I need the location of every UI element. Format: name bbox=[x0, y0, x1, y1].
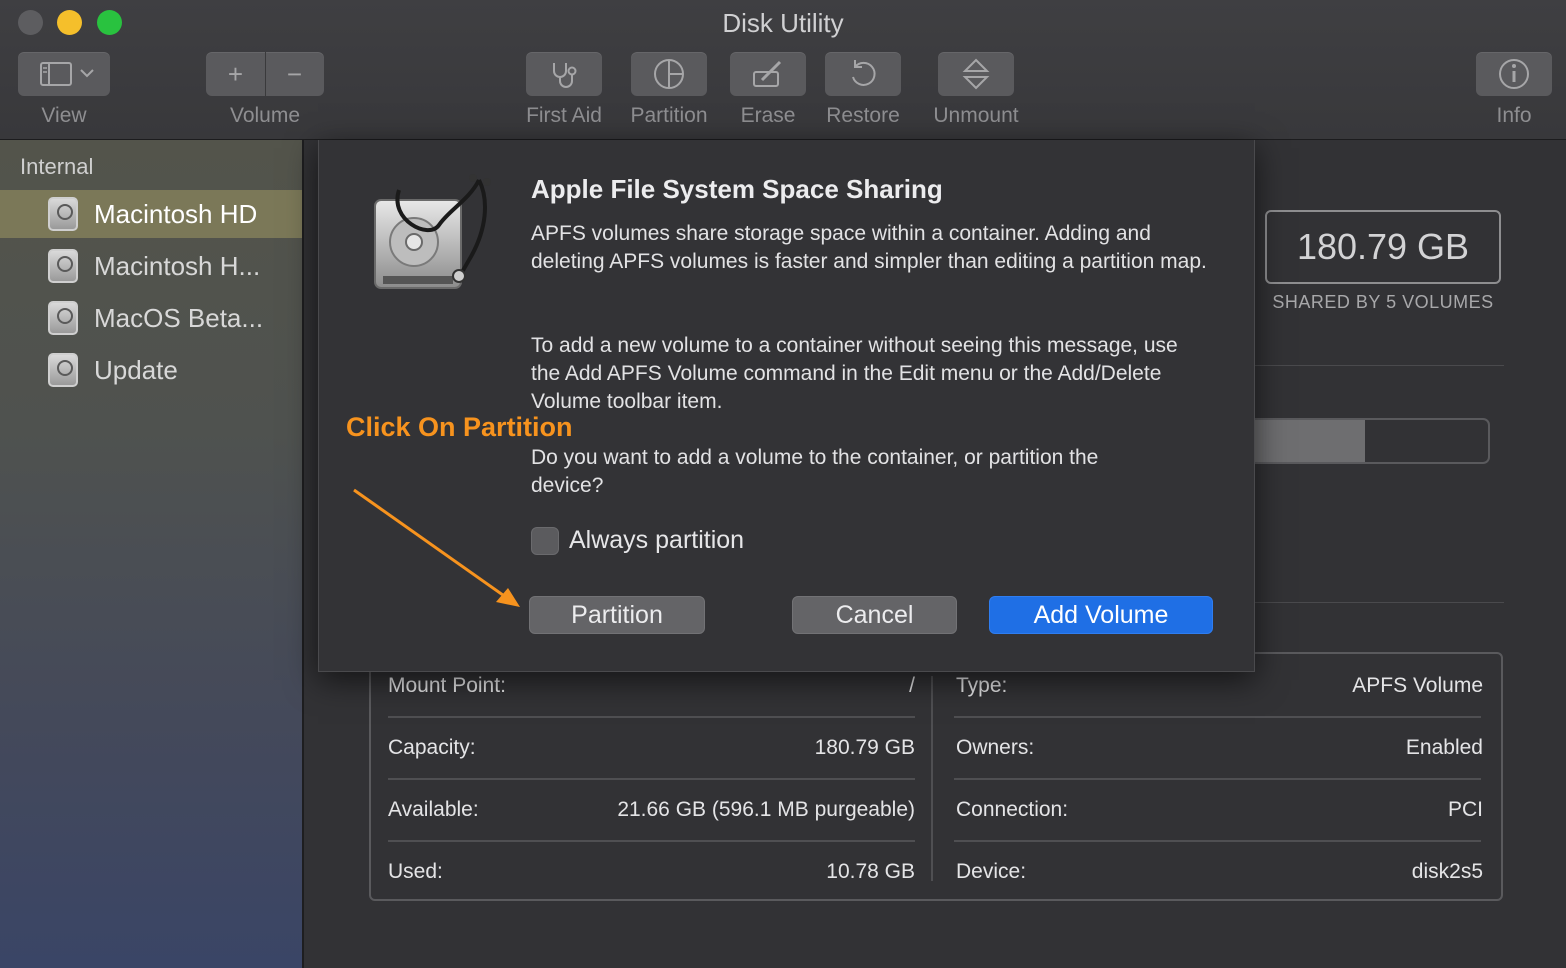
table-row: Capacity: 180.79 GB bbox=[388, 717, 915, 779]
divider bbox=[1254, 602, 1504, 603]
available-value: 21.66 GB (596.1 MB purgeable) bbox=[617, 798, 915, 821]
divider bbox=[1254, 365, 1504, 366]
erase-icon bbox=[753, 60, 782, 87]
sidebar-item-label: MacOS Beta... bbox=[94, 302, 264, 333]
always-partition-label: Always partition bbox=[569, 526, 745, 554]
hard-disk-icon bbox=[48, 197, 78, 231]
segment-divider bbox=[265, 52, 266, 96]
used-key: Used: bbox=[388, 860, 443, 883]
mount-point-value: / bbox=[909, 674, 915, 697]
type-key: Type: bbox=[956, 674, 1008, 697]
view-button[interactable] bbox=[18, 52, 110, 96]
capacity-key: Capacity: bbox=[388, 736, 476, 759]
partition-toolbar-button[interactable] bbox=[631, 52, 707, 96]
capacity-value: 180.79 GB bbox=[814, 736, 915, 759]
sidebar-section-internal: Internal bbox=[20, 154, 94, 179]
eject-icon bbox=[962, 58, 990, 90]
usage-bar bbox=[1230, 418, 1490, 464]
restore-button[interactable] bbox=[825, 52, 901, 96]
stethoscope-icon bbox=[553, 63, 577, 88]
info-icon bbox=[1499, 59, 1529, 89]
disk-utility-stethoscope-icon bbox=[374, 174, 491, 289]
erase-button[interactable] bbox=[730, 52, 806, 96]
sidebar: Internal Macintosh HD Macintosh H... Mac… bbox=[0, 140, 304, 968]
unmount-button[interactable] bbox=[938, 52, 1014, 96]
dialog-title: Apple File System Space Sharing bbox=[531, 174, 943, 204]
restore-arrow-icon bbox=[852, 60, 876, 86]
sidebar-item-macos-beta[interactable]: MacOS Beta... bbox=[0, 294, 302, 342]
device-value: disk2s5 bbox=[1411, 860, 1483, 883]
owners-key: Owners: bbox=[956, 736, 1035, 759]
sidebar-item-label: Macintosh HD bbox=[94, 198, 258, 229]
table-row: Device: disk2s5 bbox=[956, 841, 1483, 903]
partition-button[interactable]: Partition bbox=[529, 596, 705, 634]
dialog-paragraph-3: Do you want to add a volume to the conta… bbox=[531, 446, 1099, 497]
sidebar-item-macintosh-hd[interactable]: Macintosh HD bbox=[0, 190, 302, 238]
always-partition-checkbox[interactable]: Always partition bbox=[531, 526, 744, 555]
sidebar-toggle-icon bbox=[40, 62, 94, 86]
owners-value: Enabled bbox=[1405, 736, 1483, 759]
device-key: Device: bbox=[956, 860, 1027, 883]
hard-disk-icon bbox=[48, 353, 78, 387]
info-button[interactable] bbox=[1476, 52, 1552, 96]
restore-label: Restore bbox=[826, 104, 900, 127]
sidebar-item-label: Update bbox=[94, 354, 178, 385]
chevron-down-icon bbox=[80, 69, 94, 78]
hard-disk-icon bbox=[48, 249, 78, 283]
table-column-divider bbox=[931, 676, 933, 881]
sidebar-item-update[interactable]: Update bbox=[0, 346, 302, 394]
available-key: Available: bbox=[388, 798, 479, 821]
table-row: Used: 10.78 GB bbox=[388, 841, 915, 903]
type-value: APFS Volume bbox=[1352, 674, 1483, 697]
window-title: Disk Utility bbox=[722, 8, 844, 38]
remove-volume-toolbar-button[interactable]: − bbox=[265, 59, 324, 90]
unmount-label: Unmount bbox=[933, 104, 1019, 127]
first-aid-button[interactable] bbox=[526, 52, 602, 96]
connection-value: PCI bbox=[1447, 798, 1483, 821]
sidebar-item-macintosh-h[interactable]: Macintosh H... bbox=[0, 242, 302, 290]
capacity-subtitle: SHARED BY 5 VOLUMES bbox=[1272, 292, 1494, 312]
disk-utility-window: Disk Utility View + − Volume First Aid P… bbox=[0, 0, 1566, 968]
partition-toolbar-label: Partition bbox=[630, 104, 708, 127]
erase-label: Erase bbox=[740, 104, 796, 127]
table-row: Available: 21.66 GB (596.1 MB purgeable) bbox=[388, 779, 915, 841]
table-row: Connection: PCI bbox=[956, 779, 1483, 841]
view-label: View bbox=[41, 104, 87, 127]
add-volume-button[interactable]: Add Volume bbox=[989, 596, 1213, 634]
volume-label: Volume bbox=[229, 104, 301, 127]
first-aid-label: First Aid bbox=[526, 104, 602, 127]
volume-segmented-control: + − bbox=[206, 52, 324, 96]
dialog-paragraph-1: APFS volumes share storage space within … bbox=[531, 222, 1207, 273]
info-label: Info bbox=[1496, 104, 1532, 127]
add-volume-toolbar-button[interactable]: + bbox=[206, 59, 265, 90]
used-value: 10.78 GB bbox=[826, 860, 915, 883]
annotation-text: Click On Partition bbox=[346, 412, 573, 442]
mount-point-key: Mount Point: bbox=[388, 674, 506, 697]
cancel-button[interactable]: Cancel bbox=[792, 596, 957, 634]
table-row: Owners: Enabled bbox=[956, 717, 1483, 779]
sidebar-item-label: Macintosh H... bbox=[94, 250, 261, 281]
capacity-box: 180.79 GB bbox=[1265, 210, 1501, 284]
dialog-paragraph-2: To add a new volume to a container witho… bbox=[531, 334, 1178, 413]
toolbar: Disk Utility View + − Volume First Aid P… bbox=[0, 0, 1566, 140]
pie-chart-icon bbox=[654, 59, 684, 89]
hard-disk-icon bbox=[48, 301, 78, 335]
connection-key: Connection: bbox=[956, 798, 1069, 821]
annotation-arrow-icon bbox=[353, 488, 520, 607]
